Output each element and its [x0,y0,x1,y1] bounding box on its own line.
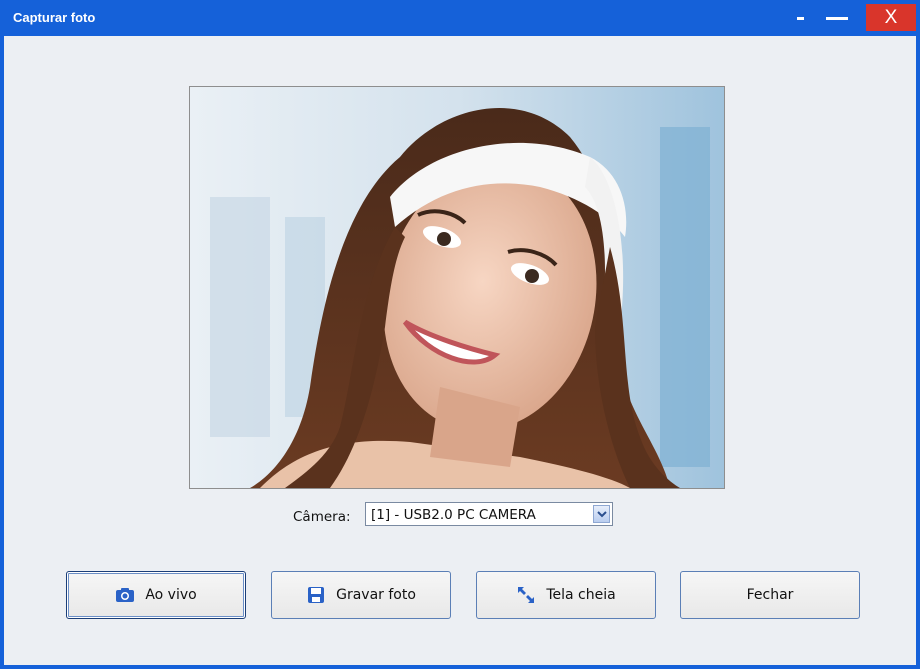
camera-label: Câmera: [293,509,351,525]
close-window-button[interactable]: X [866,4,916,31]
close-button[interactable]: Fechar [680,571,860,619]
fullscreen-button-label: Tela cheia [546,587,616,603]
title-bar[interactable]: Capturar foto X [0,0,920,36]
expand-icon [516,585,536,605]
window-title: Capturar foto [13,10,96,25]
save-photo-button-label: Gravar foto [336,587,416,603]
close-button-label: Fechar [746,587,794,603]
close-icon: X [884,6,898,28]
restore-button[interactable] [790,5,810,31]
minimize-icon [826,16,848,20]
fullscreen-button[interactable]: Tela cheia [476,571,656,619]
client-area: Câmera: [1] - USB2.0 PC CAMERA Ao vivo G… [4,36,916,665]
camera-preview-image [189,86,725,489]
portrait-photo [190,87,724,488]
save-photo-button[interactable]: Gravar foto [271,571,451,619]
camera-select-value: [1] - USB2.0 PC CAMERA [371,507,536,523]
save-icon [306,585,326,605]
chevron-down-icon[interactable] [593,505,610,523]
restore-icon [796,16,804,20]
live-button[interactable]: Ao vivo [66,571,246,619]
live-button-label: Ao vivo [145,587,197,603]
camera-select[interactable]: [1] - USB2.0 PC CAMERA [365,502,613,526]
capture-photo-window: Capturar foto X Câmera: [1] - USB2.0 PC … [0,0,920,669]
camera-icon [115,585,135,605]
minimize-button[interactable] [824,5,850,31]
